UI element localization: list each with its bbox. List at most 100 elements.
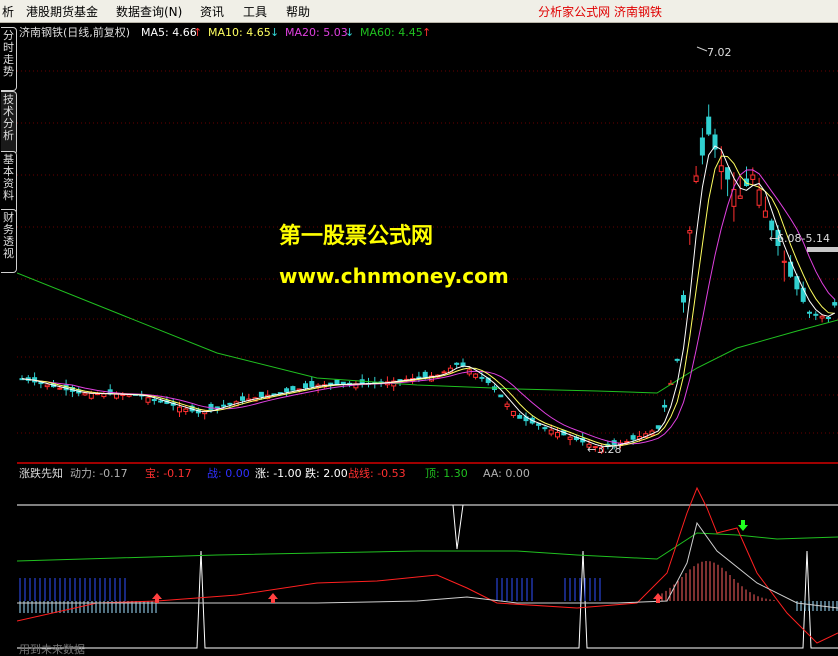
die-legend: 跌: 2.00	[305, 466, 348, 480]
candle-body	[284, 388, 290, 392]
candle-body	[832, 302, 838, 306]
ding-legend: 顶: 1.30	[425, 467, 468, 480]
candle-body	[542, 427, 548, 430]
ma10-legend: MA10: 4.65	[208, 26, 271, 39]
dongli-legend: 动力: -0.17	[70, 467, 128, 480]
candle-body	[151, 399, 157, 402]
menu-item-data-query[interactable]: 数据查询(N)	[116, 3, 182, 20]
candle-body	[290, 386, 296, 391]
candle-body	[699, 137, 705, 156]
menu-item-tools[interactable]: 工具	[243, 3, 267, 20]
candle-body	[655, 425, 661, 429]
candle-body	[706, 116, 712, 135]
candle-body	[555, 431, 560, 438]
range-label: 6.08-5.14	[777, 232, 830, 245]
candle-body	[567, 436, 573, 440]
candle-body	[630, 435, 636, 440]
zhan-legend: 战: 0.00	[207, 467, 250, 480]
green-line	[17, 532, 838, 562]
bao-legend: 宝: -0.17	[145, 466, 192, 480]
candle-body	[221, 404, 227, 407]
candle-body	[769, 220, 775, 231]
candle-body	[662, 404, 668, 408]
candle-body	[454, 362, 460, 365]
indicator-name: 涨跌先知	[19, 466, 63, 480]
candle-body	[334, 379, 340, 385]
candle-body	[258, 391, 264, 398]
ma60-legend: MA60: 4.45	[360, 26, 423, 39]
candle-body	[750, 174, 756, 180]
candle-body	[101, 393, 107, 398]
candle-body	[756, 189, 762, 206]
watermark-url: www.chnmoney.com	[279, 264, 509, 288]
signal-spikes	[17, 550, 838, 649]
candle-body	[44, 384, 50, 388]
candle-body	[825, 316, 831, 319]
tab-intraday[interactable]: 分时走势	[1, 27, 17, 91]
candle-body	[57, 387, 63, 390]
ma20-legend: MA20: 5.03	[285, 26, 348, 39]
zhang-legend: 涨: -1.00	[255, 467, 302, 480]
candle-body	[800, 287, 806, 302]
low-arrow-icon: ←	[587, 443, 596, 456]
menu-item-hk-futures[interactable]: 港股期货基金	[26, 3, 98, 20]
menu-item-help[interactable]: 帮助	[286, 3, 310, 20]
ma10-line	[21, 155, 835, 447]
candle-body	[214, 406, 220, 409]
candle-body	[548, 429, 554, 435]
buy-arrow-icon	[268, 593, 278, 603]
window-title: 分析家公式网 济南钢铁	[538, 5, 662, 19]
candle-body	[183, 408, 189, 413]
candle-body	[819, 315, 825, 319]
sidebar: 分时走势 技术分析 基本资料 财务透视	[0, 23, 17, 656]
candle-body	[441, 371, 447, 374]
zhanxian-legend: 战线: -0.53	[348, 466, 406, 480]
ma60-arrow-icon: ↑	[422, 26, 431, 39]
ma10-arrow-icon: ↓	[270, 26, 279, 39]
candle-body	[158, 400, 164, 403]
candle-body	[504, 403, 510, 408]
candle-body	[681, 295, 686, 303]
aa-legend: AA: 0.00	[483, 467, 530, 480]
candle-body	[240, 396, 245, 401]
ma5-arrow-icon: ↑	[193, 26, 202, 39]
candle-body	[303, 383, 308, 389]
ma5-legend: MA5: 4.66	[141, 26, 197, 39]
candle-body	[422, 371, 428, 378]
candle-body	[177, 406, 182, 413]
candle-body	[498, 394, 504, 398]
white-line	[17, 521, 838, 609]
sell-arrow-icon	[738, 520, 748, 531]
low-price-label: 3.28	[597, 443, 622, 456]
watermark-title: 第一股票公式网	[279, 223, 433, 249]
high-price-label: 7.02	[707, 46, 732, 59]
candle-body	[473, 373, 479, 378]
indicator-chart[interactable]: 涨跌先知 动力: -0.17 宝: -0.17 战: 0.00 涨: -1.00…	[17, 463, 838, 656]
menu-item-news[interactable]: 资讯	[200, 3, 224, 20]
stock-title: 济南钢铁(日线,前复权)	[19, 25, 130, 39]
candle-body	[145, 397, 151, 403]
candle-body	[725, 167, 731, 180]
future-data-note: 用到未来数据	[19, 642, 85, 656]
candle-body	[807, 311, 812, 314]
candle-body	[674, 358, 680, 361]
red-line	[17, 486, 838, 644]
candle-body	[517, 414, 523, 419]
menu-item-analysis[interactable]: 析	[2, 3, 14, 20]
candle-body	[510, 410, 516, 416]
candle-body	[737, 195, 743, 199]
tab-technical-analysis[interactable]: 技术分析	[1, 91, 17, 155]
candle-body	[718, 165, 724, 173]
price-chart[interactable]: 济南钢铁(日线,前复权) MA5: 4.66 ↑ MA10: 4.65 ↓ MA…	[17, 23, 838, 463]
menu-bar: 析 港股期货基金 数据查询(N) 资讯 工具 帮助 分析家公式网 济南钢铁	[0, 0, 838, 23]
candle-body	[309, 381, 315, 387]
candle-body	[479, 376, 485, 379]
candle-body	[208, 403, 214, 410]
tab-fundamentals[interactable]: 基本资料	[1, 151, 17, 215]
candle-body	[762, 210, 768, 218]
candle-body	[781, 260, 787, 263]
tab-financials[interactable]: 财务透视	[1, 209, 17, 273]
high-marker-line	[696, 46, 708, 52]
top-spike	[452, 504, 464, 550]
candle-body	[687, 230, 693, 234]
